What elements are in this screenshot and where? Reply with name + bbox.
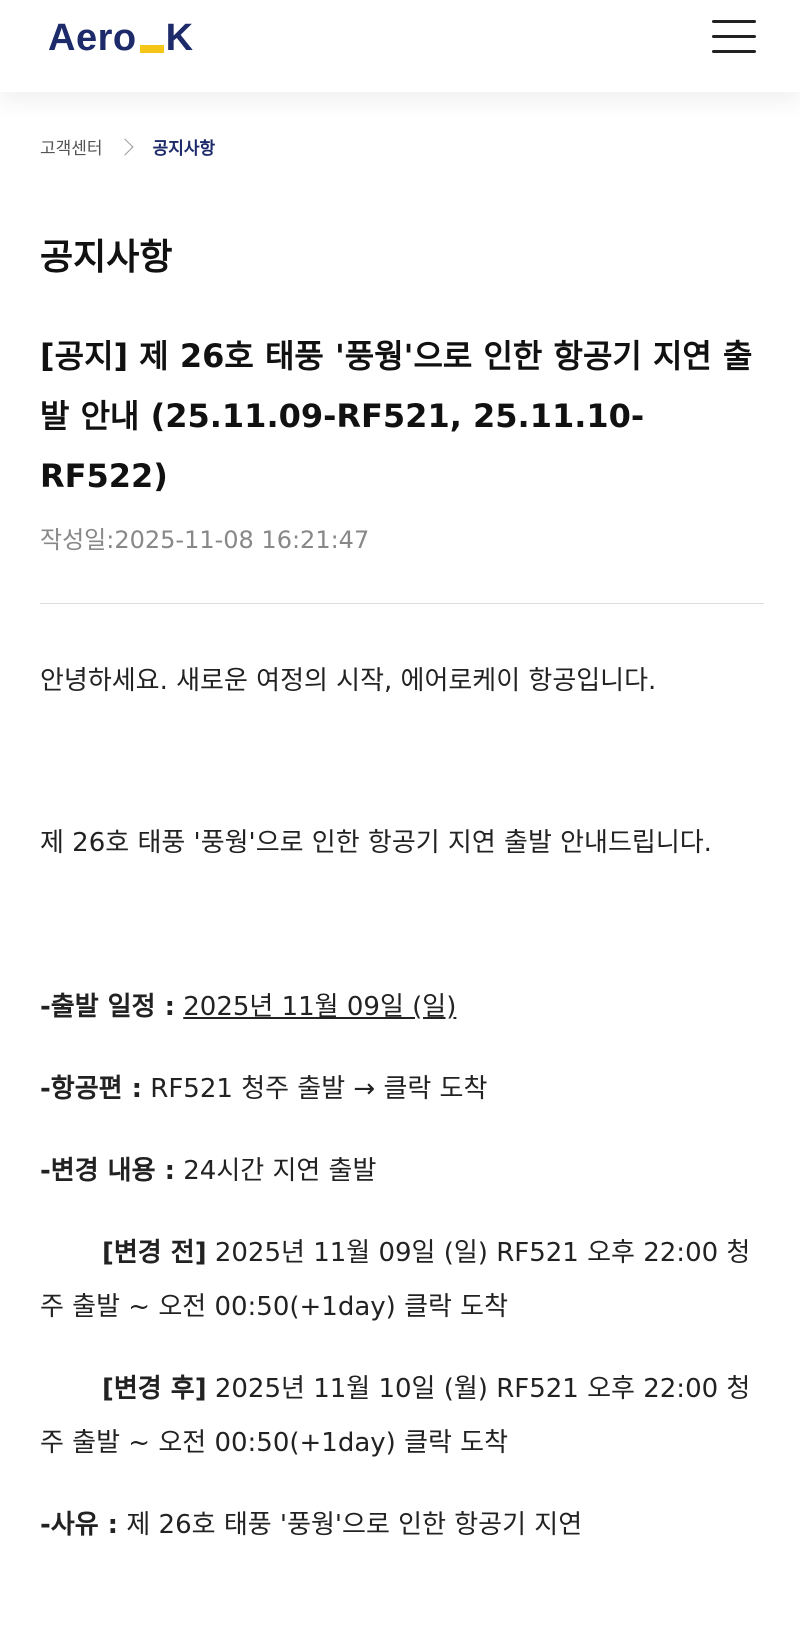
notice-title: [공지] 제 26호 태풍 '풍웡'으로 인한 항공기 지연 출발 안내 (25… (40, 337, 753, 495)
page-title: 공지사항 (40, 237, 173, 278)
logo-yellow-bar (139, 45, 164, 53)
intro-text: 제 26호 태풍 '풍웡'으로 인한 항공기 지연 출발 안내드립니다. (40, 828, 712, 858)
breadcrumb-notice[interactable]: 공지사항 (153, 134, 216, 159)
schedule-label: -출발 일정 : (40, 992, 175, 1022)
notice-date: 작성일:2025-11-08 16:21:47 (40, 520, 369, 555)
aero-k-logo[interactable]: Aero K (48, 16, 194, 60)
logo-text-k: K (165, 17, 194, 59)
date-label: 작성일: (40, 526, 115, 554)
app-header: Aero K (0, 0, 800, 92)
flight-value: RF521 청주 출발 → 클락 도착 (150, 1074, 488, 1104)
date-value: 2025-11-08 16:21:47 (114, 526, 370, 554)
reason-value: 제 26호 태풍 '풍웡'으로 인한 항공기 지연 (126, 1510, 583, 1540)
logo-text-aero: Aero (48, 17, 137, 59)
before-change-row: [변경 전] 2025년 11월 09일 (일) RF521 오후 22:00 … (40, 1226, 764, 1334)
change-row: -변경 내용 : 24시간 지연 출발 (40, 1144, 764, 1198)
reason-row: -사유 : 제 26호 태풍 '풍웡'으로 인한 항공기 지연 (40, 1498, 764, 1552)
divider (40, 603, 764, 604)
breadcrumb-customer-center[interactable]: 고객센터 (40, 134, 103, 159)
before-label: [변경 전] (102, 1238, 207, 1268)
flight-label: -항공편 : (40, 1074, 143, 1104)
hamburger-menu-icon[interactable] (712, 20, 756, 56)
chevron-right-icon (116, 138, 134, 155)
after-label: [변경 후] (102, 1374, 207, 1404)
reason-label: -사유 : (40, 1510, 119, 1540)
schedule-row: -출발 일정 : 2025년 11월 09일 (일) (40, 980, 764, 1034)
schedule-value: 2025년 11월 09일 (일) (183, 992, 457, 1022)
breadcrumb: 고객센터 공지사항 (40, 134, 215, 159)
notice-body: 안녕하세요. 새로운 여정의 시작, 에어로케이 항공입니다. 제 26호 태풍… (40, 654, 764, 1552)
after-change-row: [변경 후] 2025년 11월 10일 (월) RF521 오후 22:00 … (40, 1362, 764, 1470)
flight-row: -항공편 : RF521 청주 출발 → 클락 도착 (40, 1062, 764, 1116)
greeting-text: 안녕하세요. 새로운 여정의 시작, 에어로케이 항공입니다. (40, 666, 657, 696)
change-label: -변경 내용 : (40, 1156, 175, 1186)
change-value: 24시간 지연 출발 (183, 1156, 377, 1186)
